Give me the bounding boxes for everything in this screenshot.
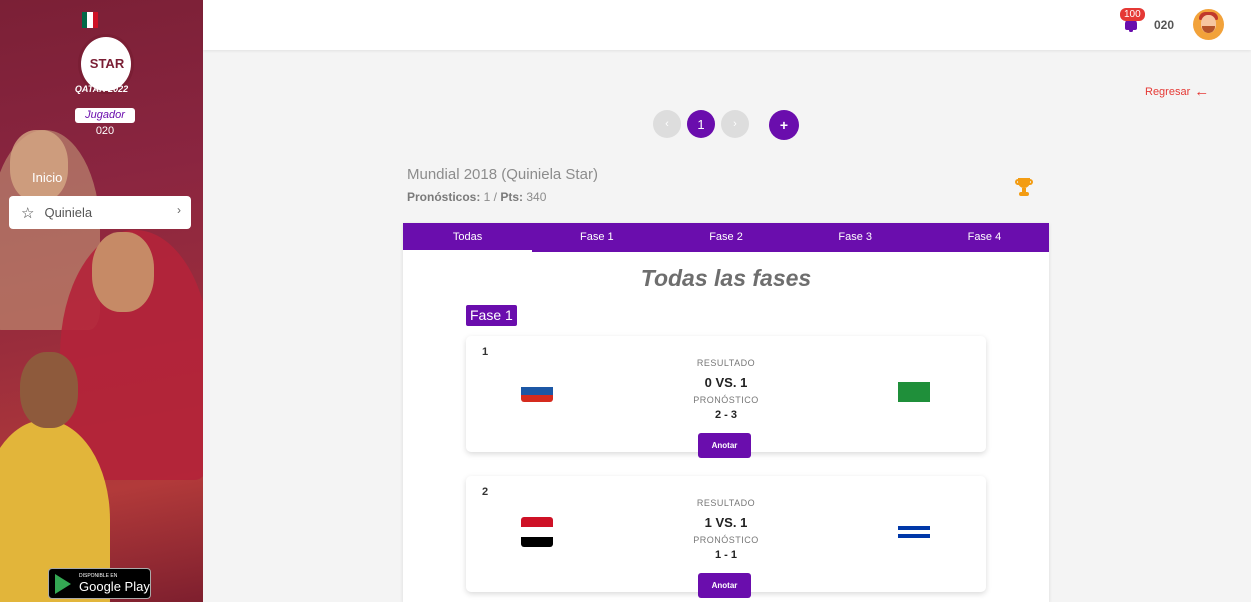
- user-code: 020: [1154, 18, 1175, 32]
- uruguay-flag-icon: [898, 522, 930, 542]
- tab-fase-2[interactable]: Fase 2: [661, 223, 790, 252]
- next-page-button[interactable]: ›: [721, 110, 749, 138]
- match-score: 1 VS. 1: [704, 515, 748, 530]
- result-label: RESULTADO: [696, 358, 756, 368]
- pagination: ‹ 1 ›: [653, 110, 755, 138]
- pts-label: Pts:: [500, 190, 524, 204]
- tab-fase-4[interactable]: Fase 4: [920, 223, 1049, 252]
- egypt-flag-icon: [521, 517, 553, 547]
- arrow-left-icon: ←: [1194, 83, 1210, 100]
- match-card: 1 RESULTADO 0 VS. 1 PRONÓSTICO 2 - 3 Ano…: [466, 336, 986, 458]
- mexico-flag-icon: [82, 12, 98, 28]
- tab-fase-1[interactable]: Fase 1: [532, 223, 661, 252]
- section-title: Todas las fases: [640, 265, 812, 291]
- nav-item-quiniela[interactable]: ☆ Quiniela ›: [9, 196, 191, 229]
- tab-fase-3[interactable]: Fase 3: [791, 223, 920, 252]
- player-image: [10, 130, 68, 202]
- back-label: Regresar: [1145, 86, 1191, 98]
- notification-count-badge: 100: [1120, 8, 1145, 21]
- store-badge-big: Google Play: [79, 579, 150, 594]
- match-prediction: 1 - 1: [714, 549, 737, 561]
- logo-text: STAR: [89, 56, 125, 71]
- tab-todas[interactable]: Todas: [403, 223, 533, 252]
- user-code: 020: [95, 125, 115, 137]
- saudi-arabia-flag-icon: [898, 382, 930, 402]
- play-store-icon: [55, 573, 71, 594]
- phase-tabs: Todas Fase 1 Fase 2 Fase 3 Fase 4: [403, 223, 1049, 252]
- stats-label: Pronósticos:: [407, 190, 481, 204]
- match-score: 0 VS. 1: [704, 375, 748, 390]
- trophy-icon[interactable]: [1015, 178, 1033, 198]
- sidebar: STAR QATAR 2022 Jugador 020 Inicio ☆ Qui…: [0, 0, 203, 602]
- avatar[interactable]: [1193, 9, 1224, 40]
- add-quiniela-button[interactable]: +: [769, 110, 799, 140]
- prediction-label: PRONÓSTICO: [693, 395, 759, 405]
- prediction-label: PRONÓSTICO: [693, 535, 759, 545]
- edition-label: QATAR 2022: [74, 84, 129, 94]
- russia-flag-icon: [521, 380, 553, 402]
- player-image: [92, 232, 154, 312]
- quiniela-title: Mundial 2018 (Quiniela Star): [407, 166, 598, 183]
- star-icon: ☆: [21, 204, 35, 222]
- nav-item-label: Quiniela: [44, 205, 93, 220]
- player-image: [20, 352, 78, 428]
- anotar-button[interactable]: Anotar: [698, 573, 751, 598]
- anotar-button[interactable]: Anotar: [698, 433, 751, 458]
- result-label: RESULTADO: [696, 498, 756, 508]
- page-button[interactable]: 1: [687, 110, 715, 138]
- phase-badge: Fase 1: [466, 305, 517, 326]
- prev-page-button[interactable]: ‹: [653, 110, 681, 138]
- top-bar: 100 020: [203, 0, 1251, 50]
- pts-value: 340: [523, 190, 547, 204]
- chevron-right-icon: ›: [177, 203, 181, 217]
- match-number: 1: [482, 346, 489, 358]
- match-number: 2: [482, 486, 489, 498]
- nav-item-inicio[interactable]: Inicio: [32, 170, 62, 185]
- match-prediction: 2 - 3: [714, 409, 737, 421]
- stats-value: 1 /: [480, 190, 501, 204]
- role-badge: Jugador: [75, 108, 135, 123]
- quiniela-stats: Pronósticos: 1 / Pts: 340: [407, 190, 546, 204]
- google-play-badge[interactable]: DISPONIBLE EN Google Play: [48, 568, 151, 599]
- phases-panel: Todas Fase 1 Fase 2 Fase 3 Fase 4 Todas …: [403, 223, 1049, 602]
- back-link[interactable]: Regresar ←: [1145, 83, 1209, 100]
- match-card: 2 RESULTADO 1 VS. 1 PRONÓSTICO 1 - 1 Ano…: [466, 476, 986, 598]
- app-logo: STAR: [64, 12, 150, 94]
